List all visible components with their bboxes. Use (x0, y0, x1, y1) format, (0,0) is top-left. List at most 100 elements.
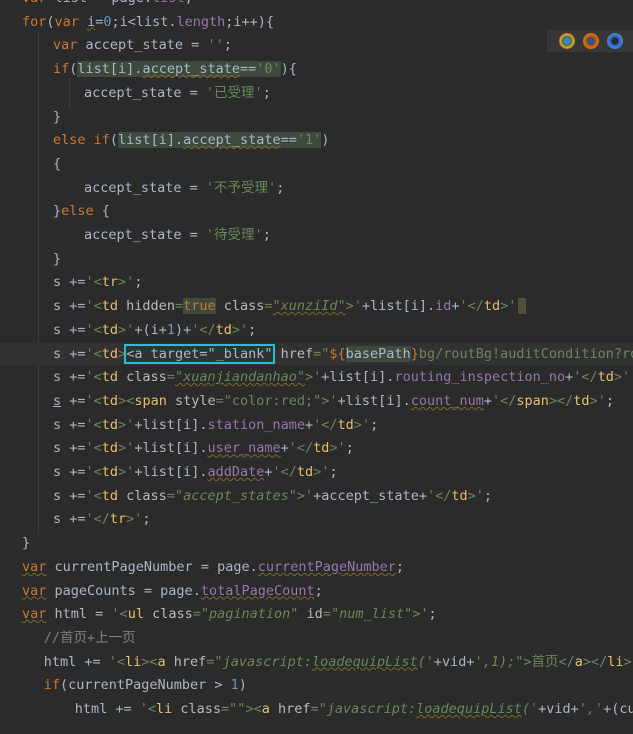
code-token: +list[i]. (134, 416, 208, 433)
code-line[interactable]: }else { (0, 200, 633, 222)
code-line[interactable]: s +='<td><a target="_blank" href="${base… (0, 342, 633, 365)
code-line[interactable]: } (0, 248, 633, 270)
code-line[interactable]: var pageCounts = page.totalPageCount; (0, 580, 633, 602)
code-token: (currentPageNumber > (59, 677, 231, 694)
code-token: td (451, 487, 468, 504)
code-token: basePath (345, 345, 411, 362)
code-token: + (483, 392, 492, 409)
code-token: href (272, 345, 314, 362)
code-token: >' (305, 369, 322, 386)
code-token: (' (417, 653, 434, 670)
code-token: 1 (230, 677, 239, 694)
code-line[interactable]: s +='<td>'+list[i].user_name+'</td>'; (0, 437, 633, 459)
code-token: accept_state (183, 132, 281, 149)
code-token: ( (46, 13, 55, 30)
code-token: i (87, 13, 96, 30)
code-token: td (483, 298, 501, 315)
code-line[interactable]: accept_state = '不予受理'; (0, 177, 633, 199)
code-token: + (451, 298, 460, 315)
code-token: tr (101, 274, 119, 291)
code-line[interactable]: } (0, 106, 633, 128)
code-token: class (118, 487, 167, 504)
code-line[interactable]: s +='<td class="accept_states">'+accept_… (0, 485, 633, 507)
code-token: >' (231, 321, 249, 338)
code-line[interactable]: s +='</tr>'; (0, 508, 633, 530)
code-token: "javascript: (318, 701, 417, 717)
code-token: ){ (280, 61, 297, 78)
code-token: s (53, 392, 62, 409)
code-token: td (313, 440, 330, 457)
code-line[interactable]: if(currentPageNumber > 1) (0, 674, 633, 696)
code-token: td (101, 440, 119, 457)
code-token: "pagination" (200, 606, 299, 623)
code-line[interactable]: if(list[i].accept_state=='0'){ (0, 58, 633, 80)
code-token: td (101, 487, 119, 504)
code-token: '待受理' (205, 227, 263, 243)
code-token: ; (345, 440, 354, 457)
code-token: s += (53, 369, 86, 386)
code-line[interactable]: var currentPageNumber = page.currentPage… (0, 556, 633, 578)
code-editor[interactable]: var list = page.list; for(var i=0;i<list.… (0, 0, 633, 734)
code-token: accept_state = (84, 84, 206, 101)
code-token: html = (46, 606, 112, 623)
code-token: li (607, 653, 624, 670)
opera-icon[interactable] (607, 33, 623, 49)
code-line[interactable]: //首页+上一页 (0, 627, 633, 649)
code-token: >' (623, 653, 633, 670)
code-token: '</ (573, 369, 598, 386)
code-token: "" (229, 701, 246, 717)
code-line[interactable]: var list = page.list; (0, 0, 633, 9)
code-line[interactable]: var html = '<ul class="pagination" id="n… (0, 603, 633, 625)
firefox-icon[interactable] (583, 33, 599, 49)
code-line[interactable]: else if(list[i].accept_state=='1') (0, 129, 633, 151)
code-token: >' (467, 487, 484, 504)
code-line[interactable]: } (0, 532, 633, 554)
code-token: += (61, 392, 86, 409)
code-line[interactable]: s +='<td hidden=true class="xunziId">'+l… (0, 295, 633, 317)
code-token: +(i+ (134, 321, 167, 338)
code-line[interactable]: var accept_state = ''; (0, 34, 633, 56)
code-line[interactable]: s +='<td><span style="color:red;">'+list… (0, 390, 633, 412)
code-token: totalPageCount (200, 582, 315, 599)
code-line[interactable]: accept_state = '已受理'; (0, 82, 633, 104)
code-token: s += (53, 511, 86, 528)
code-line[interactable]: s +='<td>'+list[i].station_name+'</td>'; (0, 414, 633, 436)
code-token: ="color:red;">' (215, 392, 338, 409)
code-token: '< (139, 701, 156, 717)
code-line[interactable]: html += '<li class=""><a href="javascrip… (0, 698, 633, 720)
code-line[interactable]: { (0, 153, 633, 175)
code-token: = (221, 701, 230, 717)
chrome-icon[interactable] (559, 33, 575, 49)
code-token: station_name (207, 416, 306, 433)
code-token: s += (53, 321, 86, 338)
code-token: id (298, 606, 323, 623)
code-token: +list[i]. (134, 440, 208, 457)
code-token: var (53, 37, 78, 54)
code-token: '< (85, 274, 102, 291)
code-line[interactable]: s +='<td>'+list[i].addDate+'</td>'; (0, 461, 633, 483)
code-token: td (101, 298, 119, 315)
code-line[interactable]: s +='<td>'+(i+1)+'</td>'; (0, 319, 633, 341)
code-line[interactable]: for(var i=0;i<list.length;i++){ (0, 11, 633, 33)
code-token: '已受理' (205, 84, 263, 101)
code-line[interactable]: html += '<li><a href="javascript:loadequ… (0, 651, 633, 673)
code-token: >' (118, 464, 135, 480)
code-token: )+ (174, 321, 192, 338)
code-token: ;i++){ (225, 13, 275, 30)
code-line[interactable]: accept_state = '待受理'; (0, 224, 633, 246)
code-token: ; (314, 582, 323, 599)
code-token: s += (53, 274, 86, 291)
code-line[interactable]: s +='<td class="xuanjiandanhao">'+list[i… (0, 366, 633, 388)
code-token: class (143, 606, 193, 623)
code-token: '' (207, 37, 224, 54)
code-line[interactable]: s +='<tr>'; (0, 271, 633, 293)
code-token: accept_state = (84, 227, 206, 243)
code-token: '</ (459, 298, 484, 315)
code-token: "xunziId" (272, 298, 346, 315)
code-token: else (61, 203, 94, 220)
code-token: ; (483, 487, 493, 504)
code-token: td (101, 416, 119, 433)
code-token: td (597, 369, 614, 386)
code-token: count_num (410, 392, 484, 409)
